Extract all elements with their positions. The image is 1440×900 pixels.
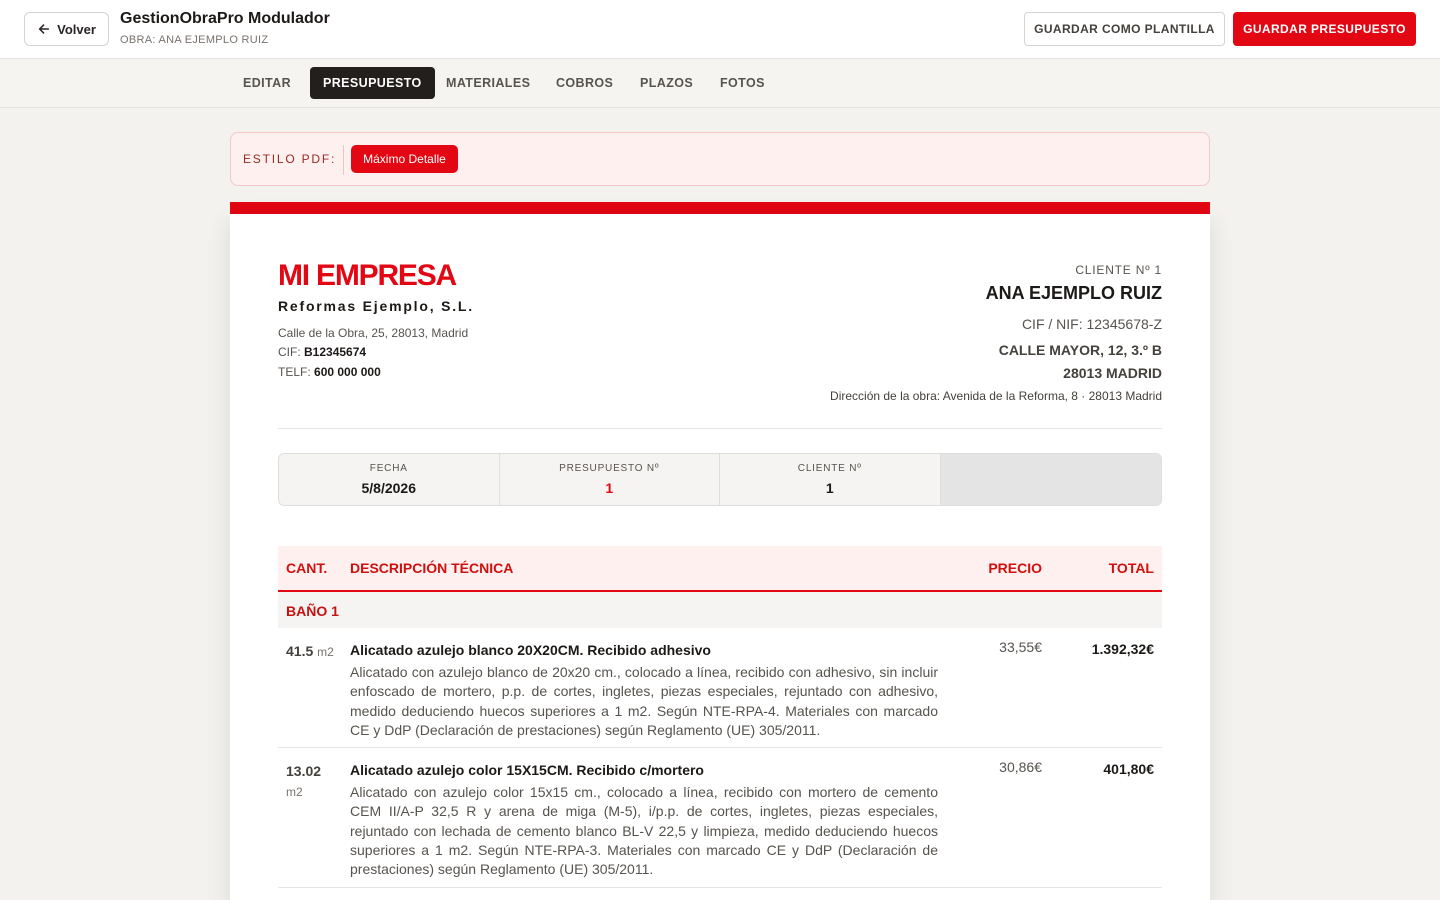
row-qty-value: 41.5 xyxy=(286,643,314,659)
table-header: CANT. DESCRIPCIÓN TÉCNICA PRECIO TOTAL xyxy=(278,546,1162,592)
row-unit: m2 xyxy=(286,785,303,799)
row-title: Alicatado azulejo color 15X15CM. Recibid… xyxy=(350,762,704,778)
budget-meta-panel: FECHA 5/8/2026 PRESUPUESTO Nº 1 CLIENTE … xyxy=(278,453,1162,506)
table-row: 13.02 m2 Alicatado azulejo color 15X15CM… xyxy=(278,748,1162,888)
arrow-left-icon xyxy=(38,24,50,34)
client-name: ANA EJEMPLO RUIZ xyxy=(985,283,1162,303)
meta-client-number: CLIENTE Nº 1 xyxy=(720,454,941,505)
divider xyxy=(278,428,1162,429)
header-total: TOTAL xyxy=(1108,560,1154,576)
top-bar: Volver GestionObraPro Modulador OBRA: AN… xyxy=(0,0,1440,59)
meta-budget-label: PRESUPUESTO Nº xyxy=(559,463,660,474)
company-phone-label: TELF: xyxy=(278,365,311,379)
meta-date: FECHA 5/8/2026 xyxy=(279,454,500,505)
back-button[interactable]: Volver xyxy=(24,12,109,46)
meta-client-value: 1 xyxy=(825,480,834,496)
client-city: 28013 MADRID xyxy=(1063,365,1162,381)
header-qty: CANT. xyxy=(286,560,328,576)
row-qty: 13.02 m2 xyxy=(286,761,342,802)
row-unit: m2 xyxy=(317,645,334,659)
meta-date-value: 5/8/2026 xyxy=(361,480,417,496)
header-description: DESCRIPCIÓN TÉCNICA xyxy=(350,560,514,576)
row-description: Alicatado azulejo blanco 20X20CM. Recibi… xyxy=(350,641,938,740)
client-cif: CIF / NIF: 12345678-Z xyxy=(1021,316,1162,332)
tab-plazos[interactable]: PLAZOS xyxy=(627,67,706,99)
section-label: BAÑO 1 xyxy=(286,603,339,619)
header-price: PRECIO xyxy=(988,560,1042,576)
row-qty-value: 13.02 xyxy=(286,763,322,779)
work-subtitle: OBRA: ANA EJEMPLO RUIZ xyxy=(120,34,269,46)
divider xyxy=(343,145,344,175)
tab-editar[interactable]: EDITAR xyxy=(230,67,304,99)
row-price: 33,55€ xyxy=(999,639,1042,655)
work-address: Dirección de la obra: Avenida de la Refo… xyxy=(830,389,1162,403)
meta-client-label: CLIENTE Nº xyxy=(797,463,862,474)
back-button-label: Volver xyxy=(57,21,96,37)
save-as-template-button[interactable]: GUARDAR COMO PLANTILLA xyxy=(1024,12,1225,46)
client-number-label: CLIENTE Nº 1 xyxy=(1075,263,1162,277)
tab-bar: EDITAR PRESUPUESTO MATERIALES COBROS PLA… xyxy=(0,59,1440,108)
tab-fotos[interactable]: FOTOS xyxy=(707,67,778,99)
tab-presupuesto[interactable]: PRESUPUESTO xyxy=(310,67,435,99)
row-total: 401,80€ xyxy=(1103,761,1154,777)
pdf-style-option[interactable]: Máximo Detalle xyxy=(351,145,458,173)
app-title: GestionObraPro Modulador xyxy=(120,10,330,27)
meta-date-label: FECHA xyxy=(369,463,408,474)
row-price: 30,86€ xyxy=(999,759,1042,775)
company-legal-name: Reformas Ejemplo, S.L. xyxy=(278,298,474,314)
client-address: CALLE MAYOR, 12, 3.º B xyxy=(998,342,1162,358)
budget-document: MI EMPRESA Reformas Ejemplo, S.L. Calle … xyxy=(230,214,1210,900)
meta-budget-number: PRESUPUESTO Nº 1 xyxy=(499,454,720,505)
tab-materiales[interactable]: MATERIALES xyxy=(433,67,543,99)
meta-empty-cell xyxy=(940,454,1161,505)
row-qty: 41.5 m2 xyxy=(286,641,342,662)
row-description: Alicatado azulejo color 15X15CM. Recibid… xyxy=(350,761,938,879)
document-accent-bar xyxy=(230,202,1210,214)
company-cif-value: B12345674 xyxy=(304,345,367,359)
section-row: BAÑO 1 xyxy=(278,592,1162,628)
row-title: Alicatado azulejo blanco 20X20CM. Recibi… xyxy=(350,642,711,658)
company-cif: CIF: B12345674 xyxy=(278,345,366,359)
pdf-style-label: ESTILO PDF: xyxy=(243,152,337,166)
pdf-style-bar: ESTILO PDF: Máximo Detalle xyxy=(230,132,1210,186)
tab-cobros[interactable]: COBROS xyxy=(543,67,626,99)
save-budget-button[interactable]: GUARDAR PRESUPUESTO xyxy=(1233,12,1416,46)
company-phone-value: 600 000 000 xyxy=(314,365,381,379)
row-total: 1.392,32€ xyxy=(1091,641,1154,657)
company-address: Calle de la Obra, 25, 28013, Madrid xyxy=(278,326,469,340)
company-phone: TELF: 600 000 000 xyxy=(278,365,381,379)
table-row: 41.5 m2 Alicatado azulejo blanco 20X20CM… xyxy=(278,628,1162,748)
company-cif-label: CIF: xyxy=(278,345,301,359)
meta-budget-value: 1 xyxy=(605,480,614,496)
company-name: MI EMPRESA xyxy=(278,259,457,292)
row-text: Alicatado con azulejo color 15x15 cm., c… xyxy=(350,784,938,878)
row-text: Alicatado con azulejo blanco de 20x20 cm… xyxy=(350,664,938,738)
